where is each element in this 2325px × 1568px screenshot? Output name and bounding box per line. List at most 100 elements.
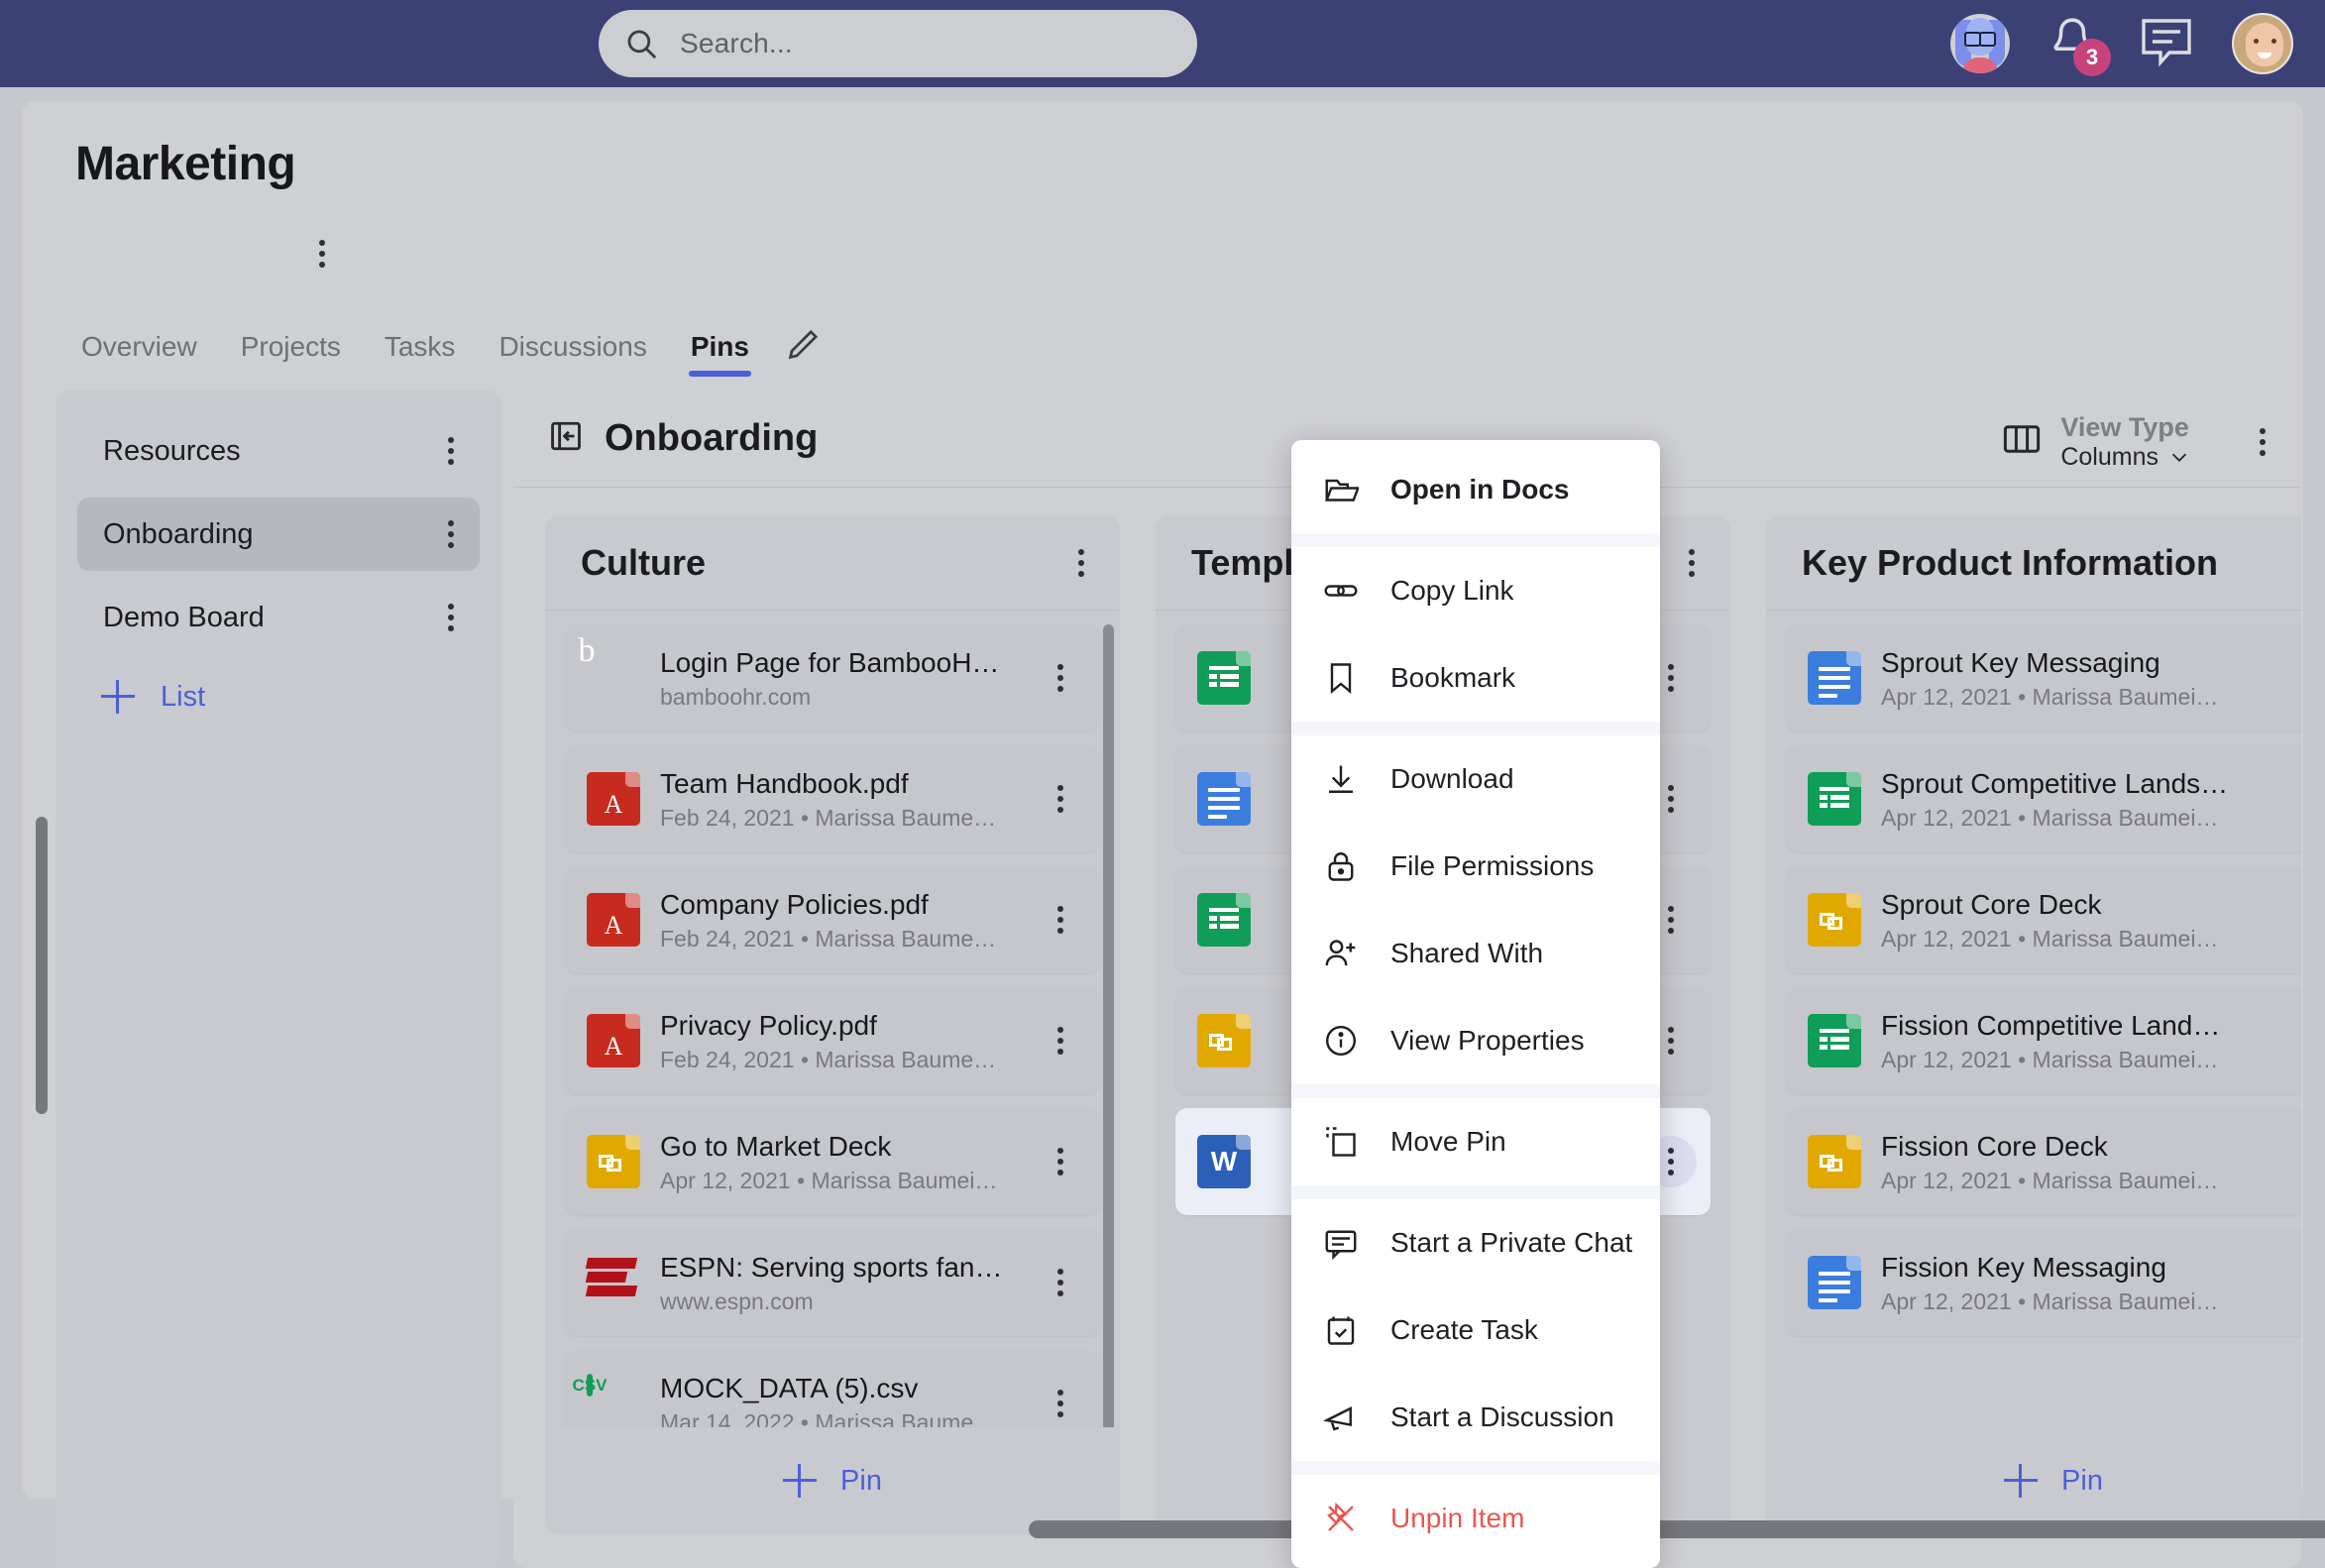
menu-item-create-task[interactable]: Create Task xyxy=(1291,1287,1660,1374)
task-checkbox-icon xyxy=(1321,1310,1361,1350)
menu-item-start-a-private-chat[interactable]: Start a Private Chat xyxy=(1291,1199,1660,1287)
menu-item-unpin-item[interactable]: Unpin Item xyxy=(1291,1475,1660,1562)
menu-item-download[interactable]: Download xyxy=(1291,735,1660,823)
menu-item-label: Start a Private Chat xyxy=(1390,1227,1633,1258)
sidebar-item-onboarding[interactable]: Onboarding xyxy=(77,498,480,571)
add-pin-button[interactable]: Pin xyxy=(1766,1427,2301,1534)
word-file-icon xyxy=(1197,1135,1251,1188)
view-type-selector[interactable]: View Type Columns xyxy=(2001,412,2190,472)
menu-item-bookmark[interactable]: Bookmark xyxy=(1291,634,1660,722)
tab-projects[interactable]: Projects xyxy=(219,331,363,377)
column-options-kebab[interactable] xyxy=(1689,548,1695,577)
pin-card-title: Sprout Core Deck xyxy=(1881,889,2102,920)
menu-item-copy-link[interactable]: Copy Link xyxy=(1291,547,1660,634)
plus-icon xyxy=(2004,1464,2039,1498)
add-pin-label: Pin xyxy=(2061,1464,2103,1497)
menu-item-open-in-docs[interactable]: Open in Docs xyxy=(1291,446,1660,533)
download-icon xyxy=(1321,759,1361,799)
pin-card-subtitle: Apr 12, 2021 • Marissa Baumei… xyxy=(1881,1168,2219,1193)
pin-card-subtitle: Apr 12, 2021 • Marissa Baumei… xyxy=(1881,1047,2219,1072)
pin-card-subtitle: Feb 24, 2021 • Marissa Baume… xyxy=(660,926,997,952)
column-cards: Login Page for BambooH… bamboohr.com Tea… xyxy=(545,611,1120,1427)
menu-item-file-permissions[interactable]: File Permissions xyxy=(1291,823,1660,910)
pin-card[interactable]: Fission Key Messaging Apr 12, 2021 • Mar… xyxy=(1786,1229,2301,1336)
google-docs-icon xyxy=(1197,772,1251,826)
menu-item-move-pin[interactable]: Move Pin xyxy=(1291,1098,1660,1185)
google-slides-icon xyxy=(1808,1135,1861,1188)
user-avatar[interactable] xyxy=(2232,13,2293,74)
menu-separator xyxy=(1291,1084,1660,1098)
tab-tasks[interactable]: Tasks xyxy=(363,331,478,377)
pin-card-kebab[interactable] xyxy=(1035,1378,1086,1427)
top-navigation-bar: Search... 3 xyxy=(0,0,2325,87)
menu-item-label: Open in Docs xyxy=(1390,474,1570,504)
search-input[interactable]: Search... xyxy=(680,28,793,59)
column-scrollbar[interactable] xyxy=(1103,624,1114,1427)
view-type-value[interactable]: Columns xyxy=(2060,443,2190,472)
csv-file-icon xyxy=(587,1374,640,1427)
sidebar-item-kebab[interactable] xyxy=(448,604,454,631)
pin-card[interactable]: Fission Core Deck Apr 12, 2021 • Marissa… xyxy=(1786,1108,2301,1215)
add-pin-button[interactable]: Pin xyxy=(545,1427,1120,1534)
board-options-kebab[interactable] xyxy=(2260,428,2266,456)
chat-bubble-icon[interactable] xyxy=(2139,16,2194,72)
search-bar[interactable]: Search... xyxy=(599,10,1197,77)
avatar-illustration[interactable] xyxy=(1950,14,2010,73)
pin-card-title: Company Policies.pdf xyxy=(660,889,929,920)
pin-card[interactable]: Privacy Policy.pdf Feb 24, 2021 • Mariss… xyxy=(565,987,1100,1094)
add-list-button[interactable]: List xyxy=(55,654,501,714)
pin-card[interactable]: Company Policies.pdf Feb 24, 2021 • Mari… xyxy=(565,866,1100,973)
pin-card-kebab[interactable] xyxy=(1035,894,1086,946)
tab-overview[interactable]: Overview xyxy=(77,331,219,377)
pin-card[interactable]: ESPN: Serving sports fans… www.espn.com xyxy=(565,1229,1100,1336)
sidebar-item-resources[interactable]: Resources xyxy=(77,414,480,488)
column-options-kebab[interactable] xyxy=(1078,548,1084,577)
menu-item-start-a-discussion[interactable]: Start a Discussion xyxy=(1291,1374,1660,1461)
menu-item-label: Bookmark xyxy=(1390,662,1516,693)
pin-card-title: Sprout Competitive Lands… xyxy=(1881,768,2229,799)
columns-view-icon xyxy=(2001,418,2043,465)
menu-item-label: Download xyxy=(1390,763,1514,794)
move-icon xyxy=(1321,1122,1361,1162)
sidebar-item-kebab[interactable] xyxy=(448,520,454,548)
tab-pins[interactable]: Pins xyxy=(669,331,771,377)
board-horizontal-scrollbar[interactable] xyxy=(1029,1520,2325,1538)
plus-icon xyxy=(101,680,135,714)
google-slides-icon xyxy=(1197,1014,1251,1067)
pin-card-kebab[interactable] xyxy=(1035,1257,1086,1308)
pin-card[interactable]: Sprout Core Deck Apr 12, 2021 • Marissa … xyxy=(1786,866,2301,973)
google-sheets-icon xyxy=(1197,893,1251,947)
google-sheets-icon xyxy=(1808,1014,1861,1067)
pin-card-kebab[interactable] xyxy=(1035,773,1086,825)
pin-card[interactable]: Go to Market Deck Apr 12, 2021 • Marissa… xyxy=(565,1108,1100,1215)
pin-card[interactable]: Team Handbook.pdf Feb 24, 2021 • Marissa… xyxy=(565,745,1100,852)
plus-icon xyxy=(783,1464,818,1498)
pin-card-subtitle: www.espn.com xyxy=(660,1288,814,1314)
menu-item-shared-with[interactable]: Shared With xyxy=(1291,910,1660,997)
pin-card[interactable]: Sprout Competitive Lands… Apr 12, 2021 •… xyxy=(1786,745,2301,852)
pin-card[interactable]: Login Page for BambooH… bamboohr.com xyxy=(565,624,1100,731)
pin-card-subtitle: Feb 24, 2021 • Marissa Baume… xyxy=(660,1047,997,1072)
sidebar-scrollbar[interactable] xyxy=(36,817,48,1114)
column-header: Culture xyxy=(545,515,1120,611)
pencil-icon[interactable] xyxy=(785,327,821,368)
page-options-kebab[interactable] xyxy=(319,240,325,268)
bamboohr-logo-icon xyxy=(587,651,640,705)
pin-card[interactable]: MOCK_DATA (5).csv Mar 14, 2022 • Marissa… xyxy=(565,1350,1100,1427)
collapse-panel-icon[interactable] xyxy=(549,419,583,458)
pdf-file-icon xyxy=(587,893,640,947)
pin-card[interactable]: Sprout Key Messaging Apr 12, 2021 • Mari… xyxy=(1786,624,2301,731)
sidebar-item-kebab[interactable] xyxy=(448,437,454,465)
pin-card-kebab[interactable] xyxy=(1035,1136,1086,1187)
pin-card-kebab[interactable] xyxy=(1035,652,1086,704)
notifications-button[interactable]: 3 xyxy=(2048,15,2111,76)
menu-separator xyxy=(1291,1185,1660,1199)
pin-card-kebab[interactable] xyxy=(1035,1015,1086,1066)
pin-card[interactable]: Fission Competitive Land… Apr 12, 2021 •… xyxy=(1786,987,2301,1094)
pin-card-subtitle: Apr 12, 2021 • Marissa Baumei… xyxy=(1881,805,2219,831)
page-container: Marketing Overview Projects Tasks Discus… xyxy=(22,101,2325,1568)
menu-item-view-properties[interactable]: View Properties xyxy=(1291,997,1660,1084)
board-list-sidebar: Resources Onboarding Demo Board List xyxy=(55,391,501,1568)
tab-discussions[interactable]: Discussions xyxy=(477,331,668,377)
sidebar-item-demo-board[interactable]: Demo Board xyxy=(77,581,480,654)
